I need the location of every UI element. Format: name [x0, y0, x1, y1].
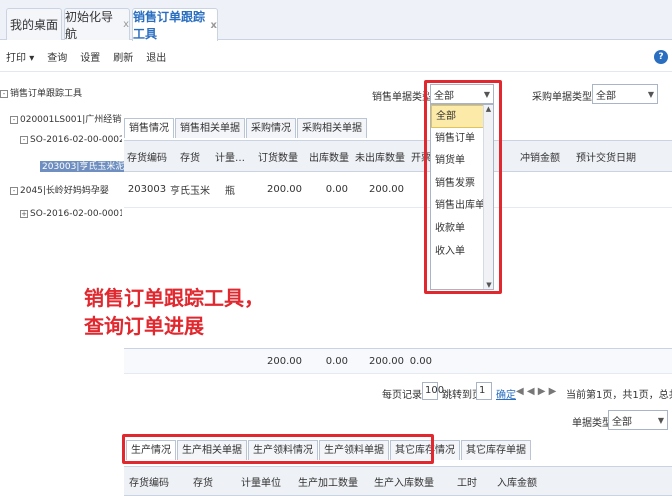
tree-node[interactable]: -SO-2016-02-00-0002|2016-: [20, 135, 122, 145]
col-header[interactable]: 生产加工数量: [290, 474, 366, 489]
close-icon[interactable]: x: [211, 20, 217, 31]
cell: 瓶: [225, 186, 235, 197]
cell: 200.00: [267, 184, 302, 195]
collapse-icon[interactable]: -: [10, 187, 18, 195]
print-label: 打印: [6, 53, 26, 64]
tree-root-label: 销售订单跟踪工具: [10, 89, 83, 99]
tab-label: 我的桌面: [9, 18, 58, 32]
tree-root[interactable]: - 销售订单跟踪工具: [0, 86, 82, 99]
total-cell: 0.00: [325, 355, 348, 367]
settings-button[interactable]: 设置: [80, 49, 100, 64]
total-cell: 200.00: [369, 355, 404, 367]
collapse-icon[interactable]: -: [10, 116, 18, 124]
tree-node-label: SO-2016-02-00-0002|2016-: [30, 135, 122, 145]
select-value: 全部: [612, 416, 632, 428]
select-value: 全部: [596, 90, 616, 102]
totals-row: 200.00 0.00 200.00 0.00: [124, 348, 672, 374]
col-header[interactable]: 存货编码: [124, 149, 170, 164]
tree-node-label: 2045|长岭好妈妈孕婴: [20, 186, 109, 196]
col-header[interactable]: 生产入库数量: [366, 474, 442, 489]
page-nav-icons[interactable]: ◀ ◀ ▶ ▶: [516, 386, 556, 397]
close-icon[interactable]: x: [123, 19, 129, 30]
cell: 203003: [127, 184, 167, 195]
total-cell: 200.00: [267, 355, 302, 367]
tab-init-nav[interactable]: 初始化导航 x: [64, 8, 130, 41]
tab-purchase-docs[interactable]: 采购相关单据: [297, 118, 367, 138]
tree-node[interactable]: +SO-2016-02-00-0001|2016-: [20, 209, 122, 219]
refresh-button[interactable]: 刷新: [113, 49, 133, 64]
purchase-doc-type-label: 采购单据类型:: [532, 92, 596, 103]
annotation-line2: 查询订单进展: [84, 314, 204, 338]
page-status: 当前第1页，共1页，总共1条记…: [566, 390, 672, 401]
exit-button[interactable]: 退出: [146, 49, 166, 64]
tree-node[interactable]: -020001LS001|广州经销商零售门: [10, 112, 122, 125]
col-header[interactable]: 计量单位: [232, 474, 290, 489]
chevron-down-icon: ▾: [29, 53, 35, 64]
col-header[interactable]: 计量…: [210, 149, 250, 164]
tab-purchase-status[interactable]: 采购情况: [246, 118, 296, 138]
help-icon[interactable]: ?: [654, 50, 668, 64]
tree-node-label: SO-2016-02-00-0001|2016-: [30, 209, 122, 219]
per-page-input[interactable]: 100: [422, 382, 444, 400]
tree-node-selected[interactable]: 203003|亨氏玉米泥: [40, 159, 127, 172]
total-cell: 0.00: [409, 355, 432, 367]
tab-my-desktop[interactable]: 我的桌面: [6, 8, 62, 40]
toolbar: 打印 ▾ 查询 设置 刷新 退出: [0, 42, 672, 72]
col-header[interactable]: 订货数量: [250, 149, 306, 164]
tab-sales-status[interactable]: 销售情况: [124, 118, 174, 138]
confirm-button[interactable]: 确定: [496, 386, 516, 401]
order-tree: -销售订单跟踪工具 -020001LS001|广州经销商零售门 -SO-2016…: [0, 80, 127, 230]
tab-label: 销售订单跟踪工具: [133, 10, 206, 41]
tree-node[interactable]: -2045|长岭好妈妈孕婴: [10, 183, 122, 196]
tab-other-inventory-docs[interactable]: 其它库存单据: [461, 440, 531, 460]
chevron-down-icon[interactable]: ▼: [648, 90, 657, 99]
purchase-doc-type-select[interactable]: 全部 ▼: [592, 84, 658, 104]
highlight-lower-tabs: [122, 434, 434, 464]
col-header[interactable]: 预计交货日期: [566, 149, 646, 164]
tree-node-label: 203003|亨氏玉米泥: [40, 161, 127, 172]
annotation-line1: 销售订单跟踪工具，: [84, 286, 264, 310]
collapse-icon[interactable]: -: [20, 136, 28, 144]
col-header[interactable]: 未出库数量: [352, 149, 408, 164]
cell: 0.00: [325, 184, 348, 195]
print-button[interactable]: 打印 ▾: [6, 49, 34, 64]
upper-subtabs: 销售情况 销售相关单据 采购情况 采购相关单据: [124, 118, 368, 138]
lower-grid-header: 存货编码 存货 计量单位 生产加工数量 生产入库数量 工时 入库金额: [124, 466, 672, 496]
col-header[interactable]: 出库数量: [306, 149, 352, 164]
upper-grid: 存货编码 存货 计量… 订货数量 出库数量 未出库数量 开票 冲销金额 预计交货…: [124, 140, 672, 208]
query-button[interactable]: 查询: [47, 49, 67, 64]
cell: 亨氏玉米泥: [170, 186, 210, 197]
tab-sales-order-tracking[interactable]: 销售订单跟踪工具 x: [132, 8, 218, 41]
chevron-down-icon[interactable]: ▼: [658, 416, 667, 425]
collapse-icon[interactable]: -: [0, 90, 8, 98]
tab-sales-docs[interactable]: 销售相关单据: [175, 118, 245, 138]
col-header[interactable]: 冲销金额: [514, 149, 566, 164]
upper-grid-header: 存货编码 存货 计量… 订货数量 出库数量 未出库数量 开票 冲销金额 预计交货…: [124, 140, 672, 172]
cell: 200.00: [369, 184, 404, 195]
col-header[interactable]: 存货: [170, 149, 210, 164]
col-header[interactable]: 存货: [174, 474, 232, 489]
col-header[interactable]: 入库金额: [492, 474, 542, 489]
expand-icon[interactable]: +: [20, 210, 28, 218]
table-row[interactable]: 203003 亨氏玉米泥 瓶 200.00 0.00 200.00: [124, 172, 672, 208]
doc-type-select[interactable]: 全部 ▼: [608, 410, 668, 430]
highlight-dropdown: [424, 80, 502, 294]
col-header[interactable]: 存货编码: [124, 474, 174, 489]
col-header[interactable]: 工时: [442, 474, 492, 489]
goto-page-input[interactable]: 1: [476, 382, 492, 400]
tab-label: 初始化导航: [65, 9, 114, 41]
tree-node-label: 020001LS001|广州经销商零售门: [20, 115, 122, 125]
